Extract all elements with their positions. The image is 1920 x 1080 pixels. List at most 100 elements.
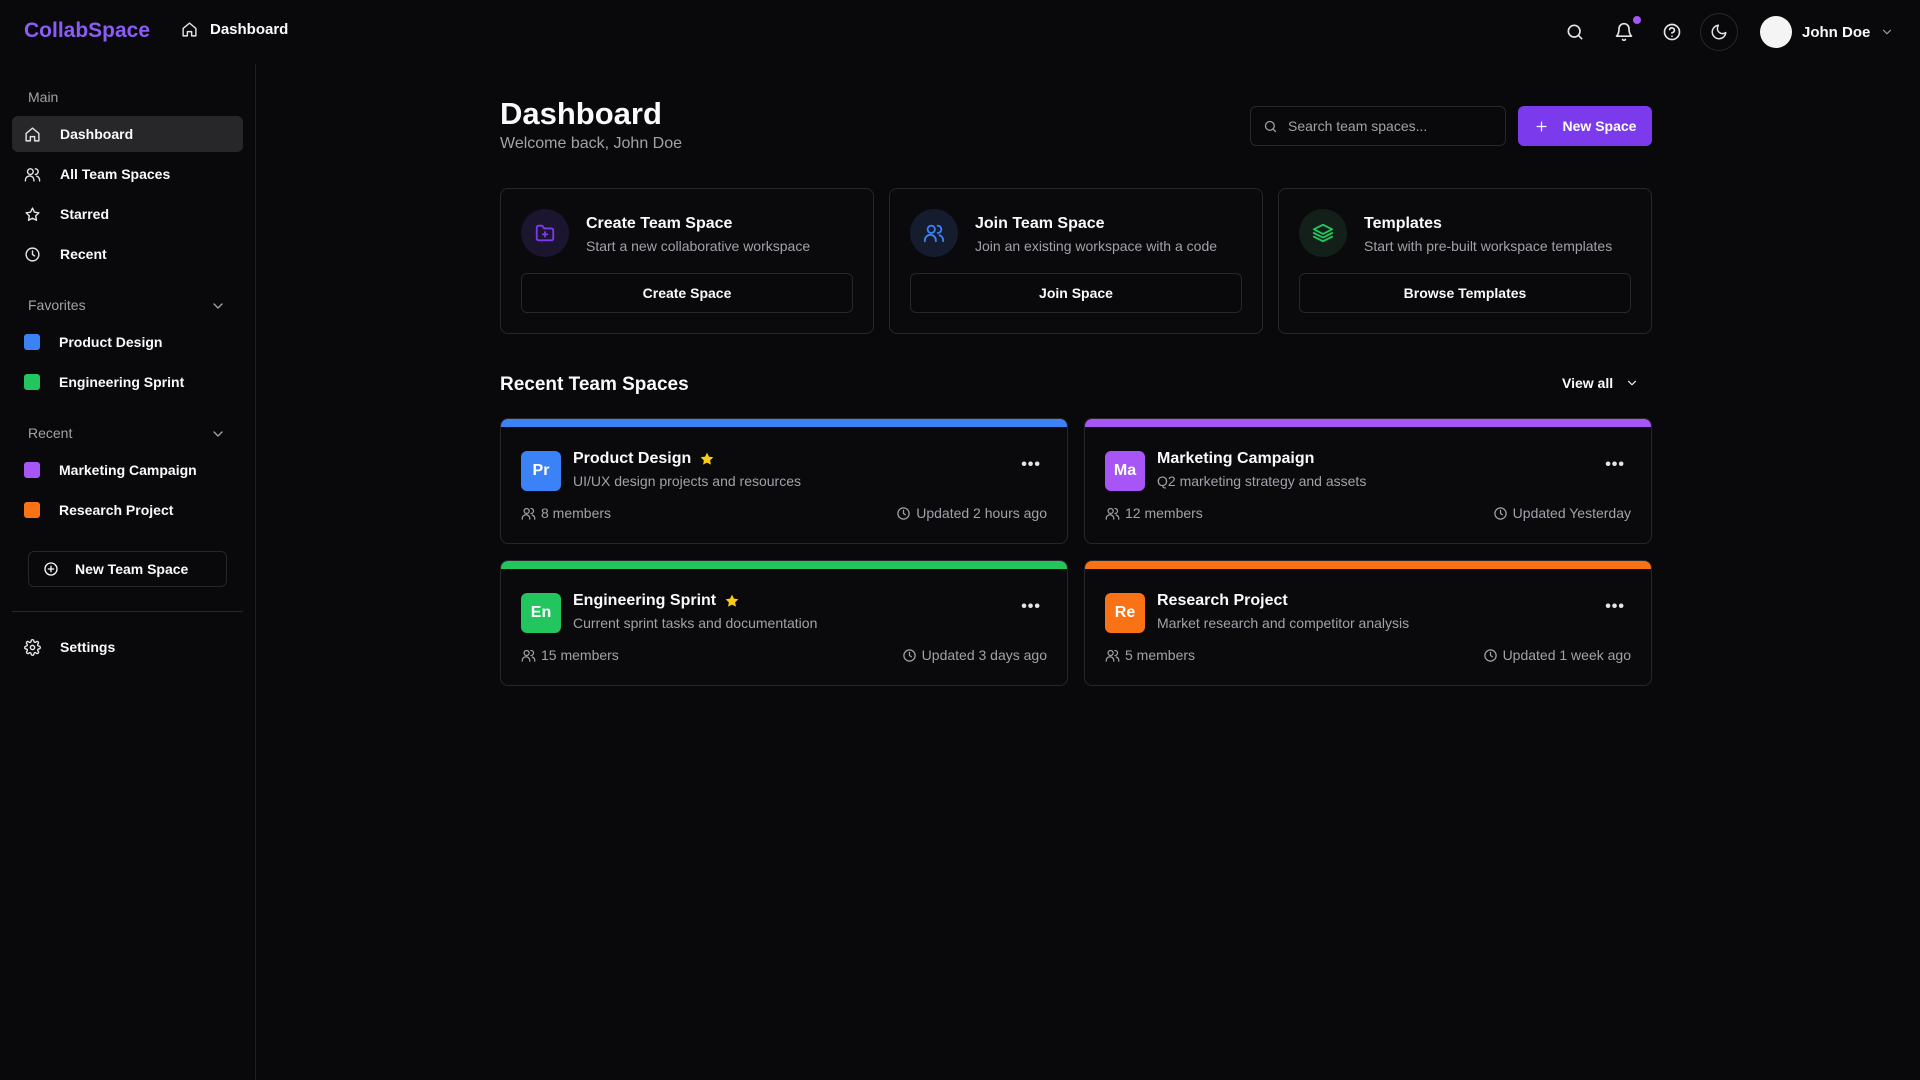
members-count: 8 members: [541, 505, 612, 521]
sidebar-item-dashboard[interactable]: Dashboard: [12, 116, 243, 152]
sidebar-item-label: Dashboard: [60, 126, 134, 142]
space-updated: Updated Yesterday: [1493, 505, 1631, 521]
color-bar: [501, 419, 1067, 427]
clock-icon: [24, 246, 41, 263]
clock-icon: [902, 648, 917, 663]
search-input[interactable]: [1288, 118, 1488, 134]
search-icon[interactable]: [1565, 22, 1585, 42]
updated-time: Updated 1 week ago: [1502, 647, 1631, 663]
sidebar-section-main: Main: [28, 89, 59, 105]
templates-card: Templates Start with pre-built workspace…: [1278, 188, 1652, 334]
join-space-button[interactable]: Join Space: [910, 273, 1242, 313]
sidebar-item-label: Settings: [60, 639, 116, 655]
color-swatch: [24, 462, 40, 478]
create-space-button[interactable]: Create Space: [521, 273, 853, 313]
plus-circle-icon: [43, 561, 59, 577]
notification-dot: [1633, 16, 1641, 24]
sidebar-item-settings[interactable]: Settings: [12, 629, 243, 665]
user-name: John Doe: [1802, 23, 1871, 41]
page-subtitle: Welcome back, John Doe: [500, 135, 683, 152]
help-icon[interactable]: [1662, 22, 1682, 42]
more-options-icon[interactable]: •••: [1605, 598, 1625, 616]
new-team-space-button[interactable]: New Team Space: [28, 551, 227, 587]
space-name: Product Design: [573, 450, 715, 468]
browse-templates-button[interactable]: Browse Templates: [1299, 273, 1631, 313]
space-card-engineering-sprint[interactable]: En Engineering Sprint Current sprint tas…: [500, 560, 1068, 686]
chevron-down-icon[interactable]: [210, 426, 226, 442]
sidebar-item-label: All Team Spaces: [60, 166, 171, 182]
chevron-down-icon: [1880, 25, 1894, 39]
card-title: Join Team Space: [975, 215, 1105, 232]
space-name-label: Marketing Campaign: [1157, 450, 1315, 467]
space-name: Engineering Sprint: [573, 592, 740, 610]
section-title: Recent Team Spaces: [500, 374, 689, 395]
bell-icon[interactable]: [1614, 22, 1634, 42]
space-card-product-design[interactable]: Pr Product Design UI/UX design projects …: [500, 418, 1068, 544]
sidebar-recent-marketing-campaign[interactable]: Marketing Campaign: [12, 452, 243, 488]
star-icon: [24, 206, 41, 223]
color-bar: [501, 561, 1067, 569]
card-title: Templates: [1364, 215, 1442, 232]
space-updated: Updated 2 hours ago: [896, 505, 1047, 521]
chevron-down-icon: [1625, 376, 1639, 390]
clock-icon: [1493, 506, 1508, 521]
folder-plus-icon: [521, 209, 569, 257]
star-filled-icon[interactable]: [699, 451, 715, 467]
app-logo[interactable]: CollabSpace: [24, 19, 150, 43]
more-options-icon[interactable]: •••: [1021, 456, 1041, 474]
more-options-icon[interactable]: •••: [1605, 456, 1625, 474]
breadcrumb[interactable]: Dashboard: [181, 21, 288, 38]
clock-icon: [1483, 648, 1498, 663]
members-count: 12 members: [1125, 505, 1203, 521]
space-card-marketing-campaign[interactable]: Ma Marketing Campaign Q2 marketing strat…: [1084, 418, 1652, 544]
sidebar-favorite-product-design[interactable]: Product Design: [12, 324, 243, 360]
new-team-space-label: New Team Space: [75, 561, 189, 577]
space-name-label: Engineering Sprint: [573, 592, 717, 609]
sidebar-item-label: Starred: [60, 206, 110, 222]
space-description: UI/UX design projects and resources: [573, 473, 801, 489]
space-description: Current sprint tasks and documentation: [573, 615, 818, 631]
chevron-down-icon[interactable]: [210, 298, 226, 314]
home-icon: [181, 21, 198, 38]
space-name: Research Project: [1157, 592, 1288, 610]
card-description: Start a new collaborative workspace: [586, 238, 811, 254]
space-description: Q2 marketing strategy and assets: [1157, 473, 1367, 489]
space-members: 15 members: [521, 647, 619, 663]
color-swatch: [24, 334, 40, 350]
space-name: Marketing Campaign: [1157, 450, 1314, 468]
card-description: Join an existing workspace with a code: [975, 238, 1218, 254]
gear-icon: [24, 638, 41, 656]
space-members: 12 members: [1105, 505, 1203, 521]
sidebar-recent-research-project[interactable]: Research Project: [12, 492, 243, 528]
sidebar: Main Dashboard All Team Spaces Starred R…: [0, 64, 256, 1080]
sidebar-item-label: Research Project: [59, 502, 174, 518]
sidebar-item-label: Recent: [60, 246, 107, 262]
users-icon: [1105, 506, 1120, 521]
theme-toggle-button[interactable]: [1700, 13, 1738, 51]
sidebar-item-all-team-spaces[interactable]: All Team Spaces: [12, 156, 243, 192]
space-name-label: Research Project: [1157, 592, 1288, 609]
card-description: Start with pre-built workspace templates: [1364, 238, 1613, 254]
space-card-research-project[interactable]: Re Research Project Market research and …: [1084, 560, 1652, 686]
view-all-button[interactable]: View all: [1562, 375, 1639, 391]
space-updated: Updated 3 days ago: [902, 647, 1047, 663]
breadcrumb-label: Dashboard: [210, 21, 289, 38]
search-icon: [1263, 119, 1278, 134]
sidebar-divider: [12, 611, 243, 612]
sidebar-item-recent[interactable]: Recent: [12, 236, 243, 272]
space-members: 5 members: [1105, 647, 1195, 663]
sidebar-section-recent[interactable]: Recent: [28, 425, 72, 441]
more-options-icon[interactable]: •••: [1021, 598, 1041, 616]
sidebar-item-starred[interactable]: Starred: [12, 196, 243, 232]
sidebar-section-favorites[interactable]: Favorites: [28, 297, 86, 313]
search-box[interactable]: [1250, 106, 1506, 146]
members-count: 5 members: [1125, 647, 1196, 663]
sidebar-favorite-engineering-sprint[interactable]: Engineering Sprint: [12, 364, 243, 400]
new-space-button[interactable]: New Space: [1518, 106, 1652, 146]
space-avatar: Ma: [1105, 451, 1145, 491]
create-team-space-card: Create Team Space Start a new collaborat…: [500, 188, 874, 334]
color-bar: [1085, 561, 1651, 569]
star-filled-icon[interactable]: [724, 593, 740, 609]
user-menu[interactable]: John Doe: [1760, 16, 1894, 48]
space-description: Market research and competitor analysis: [1157, 615, 1410, 631]
